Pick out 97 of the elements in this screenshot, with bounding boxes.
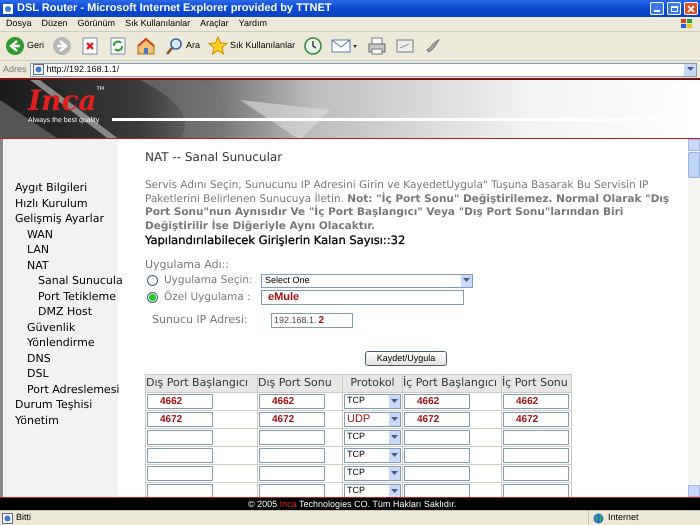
port-input[interactable]: 4672: [404, 412, 470, 426]
sidebar-link[interactable]: Aygıt Bilgileri: [3, 180, 118, 196]
menu-item[interactable]: Görünüm: [78, 17, 116, 31]
port-input[interactable]: [404, 430, 470, 444]
port-input[interactable]: 4662: [503, 394, 569, 408]
port-input[interactable]: [404, 448, 470, 462]
toolbar-button[interactable]: [302, 34, 324, 58]
protocol-select[interactable]: TCP: [344, 448, 401, 462]
port-input[interactable]: [259, 430, 325, 444]
sidebar-link[interactable]: DMZ Host: [3, 304, 118, 320]
option-label: Uygulama Seçin:: [164, 272, 254, 288]
page-icon: [32, 64, 44, 75]
port-input[interactable]: 4672: [503, 412, 569, 426]
security-zone-text: Internet: [608, 511, 639, 524]
scrollbar[interactable]: [688, 139, 700, 497]
port-input[interactable]: 4672: [147, 412, 213, 426]
port-input[interactable]: [147, 466, 213, 480]
sidebar-link[interactable]: NAT: [3, 258, 118, 273]
page-done-icon: [2, 512, 13, 524]
menu-item[interactable]: Dosya: [6, 17, 32, 31]
menu-item[interactable]: Düzen: [42, 17, 68, 31]
column-header: İç Port Sonu: [502, 374, 572, 392]
port-input[interactable]: [147, 448, 213, 462]
server-ip-label: Sunucu IP Adresi:: [152, 312, 249, 328]
status-text: Bitti: [16, 511, 32, 524]
radio-button[interactable]: [147, 292, 158, 303]
close-button[interactable]: [684, 2, 698, 15]
sidebar-link[interactable]: DNS: [3, 350, 118, 366]
remaining-entries-text: Yapılandırılabilecek Girişlerin Kalan Sayısı::32: [145, 233, 406, 247]
sidebar-link[interactable]: Yönetim: [3, 412, 118, 428]
protocol-select[interactable]: TCP: [344, 394, 401, 408]
toolbar-button[interactable]: Ara: [163, 34, 202, 58]
server-ip-input[interactable]: 192.168.1. 2: [271, 313, 353, 328]
protocol-select[interactable]: TCP: [344, 430, 401, 444]
menu-item[interactable]: Araçlar: [200, 17, 229, 31]
column-header: Dış Port Başlangıcı: [146, 374, 258, 392]
sidebar-link[interactable]: WAN: [3, 226, 118, 242]
port-input[interactable]: 4662: [147, 394, 213, 408]
port-input[interactable]: [503, 484, 569, 497]
application-select[interactable]: Select One: [261, 274, 473, 288]
application-name-label: Uygulama Adı::: [145, 258, 230, 272]
port-input[interactable]: [503, 430, 569, 444]
windows-flag-icon: [680, 18, 694, 30]
sidebar-link[interactable]: DSL: [3, 366, 118, 382]
search-icon: [164, 36, 184, 56]
star-icon: [208, 36, 228, 56]
column-header: Protokol: [342, 374, 402, 392]
port-input[interactable]: [259, 484, 325, 497]
column-header: İç Port Başlangıcı: [402, 374, 502, 392]
protocol-select[interactable]: TCP: [344, 484, 401, 497]
copyright-text: © 2005 Inca Technologies CO. Tüm Hakları Saklıdır.: [248, 498, 456, 510]
sidebar-link[interactable]: Güvenlik: [3, 320, 118, 335]
sidebar-link[interactable]: Port Tetikleme: [3, 288, 118, 304]
sidebar-link[interactable]: Yönlendirme: [3, 335, 118, 350]
column-header: Dış Port Sonu: [258, 374, 342, 392]
sidebar-link[interactable]: Gelişmiş Ayarlar: [3, 211, 118, 226]
toolbar-button[interactable]: Sık Kullanılanlar: [207, 34, 296, 58]
port-input[interactable]: 4662: [259, 394, 325, 408]
address-field[interactable]: http://192.168.1.1/: [30, 62, 697, 76]
option-label: Özel Uygulama :: [164, 290, 252, 305]
port-input[interactable]: [404, 484, 470, 497]
port-input[interactable]: [503, 466, 569, 480]
page-icon: [2, 2, 14, 14]
protocol-select[interactable]: TCP: [344, 466, 401, 480]
logo-wordmark: Inca: [28, 86, 97, 116]
radio-button[interactable]: [147, 275, 158, 286]
minimize-button[interactable]: [650, 2, 664, 15]
window-title: DSL Router - Microsoft Internet Explorer provided by TTNET: [17, 1, 333, 16]
menu-item[interactable]: Sık Kullanılanlar: [125, 17, 190, 31]
address-label: Adres: [3, 62, 27, 76]
sidebar-link[interactable]: LAN: [3, 242, 118, 258]
toolbar-button[interactable]: Geri: [4, 34, 46, 58]
printer-icon: [367, 36, 388, 56]
port-input[interactable]: 4672: [259, 412, 325, 426]
sidebar-link[interactable]: Hızlı Kurulum: [3, 196, 118, 211]
home-icon: [136, 36, 156, 56]
port-input[interactable]: 4662: [404, 394, 470, 408]
menu-item[interactable]: Yardım: [238, 17, 267, 31]
port-input[interactable]: [147, 430, 213, 444]
refresh-icon: [108, 36, 128, 56]
custom-application-input[interactable]: eMule: [261, 290, 464, 305]
port-input[interactable]: [259, 448, 325, 462]
port-input[interactable]: [503, 448, 569, 462]
stop-icon: [80, 36, 100, 56]
description-text: Servis Adını Seçin, Sunucunu IP Adresini Girin ve KayedetUygula" Tuşuna Basarak Bu Servisin IP Paketlerini Belirlenen Sunucuya İletin. Not: "İç Port Sonu" Değiştirilemez. Normal Olarak "Dış Port Sonu"nun Aynısıdır Ve "İç Port Başlangıcı" Veya "Dış Port Sonu"larından Biri Değiştirilir İse Diğeriyle Aynı Olacaktır.: [145, 179, 670, 233]
port-input[interactable]: [259, 466, 325, 480]
port-input[interactable]: [404, 466, 470, 480]
maximize-button[interactable]: [667, 2, 681, 15]
close-icon: [687, 4, 695, 12]
save-apply-button[interactable]: Kaydet/Uygula: [364, 351, 448, 366]
globe-icon: [593, 512, 604, 524]
protocol-select[interactable]: UDP: [344, 412, 401, 426]
sidebar-link[interactable]: Durum Teşhisi: [3, 397, 118, 412]
sidebar-link[interactable]: Port Adreslemesi: [3, 382, 118, 397]
port-input[interactable]: [147, 484, 213, 497]
page-heading: NAT -- Sanal Sunucular: [145, 149, 284, 166]
history-clock-icon: [303, 36, 324, 56]
